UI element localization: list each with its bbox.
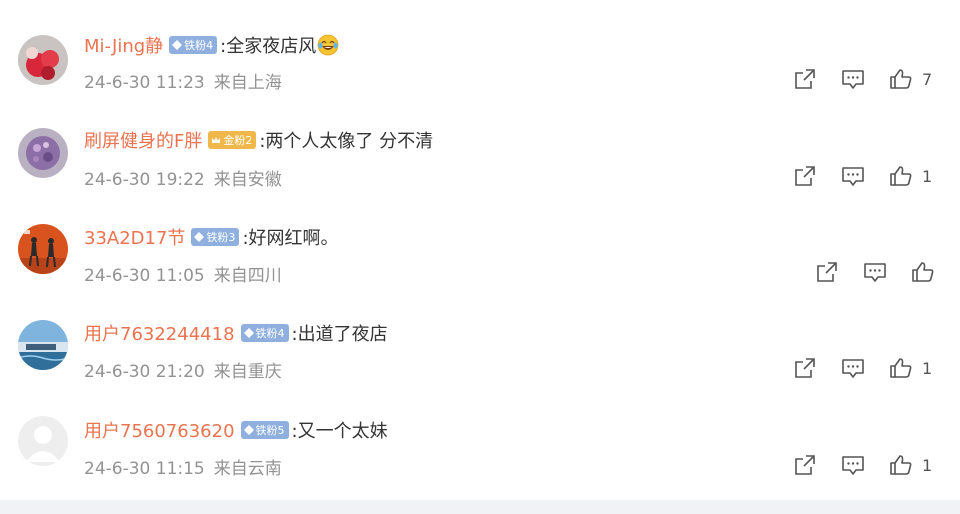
- comment-actions: [815, 260, 935, 284]
- comment-meta: 24-6-30 11:05 来自四川: [84, 261, 282, 286]
- comment-date: 24-6-30 19:22: [84, 170, 205, 190]
- diamond-icon: [243, 328, 254, 338]
- fan-badge[interactable]: 金粉2: [208, 131, 257, 149]
- diamond-icon: [194, 232, 205, 242]
- comment-item: 用户7560763620 铁粉5 :又一个太妹 24-6-30 11:15 来自云…: [0, 0, 960, 479]
- comment-list: Mi-Jing静 铁粉4 :全家夜店风 24-6-30 11:23 来自上海 7 …: [0, 0, 960, 500]
- like-count: 1: [922, 358, 933, 378]
- comment-header: 刷屏健身的F胖 金粉2 :两个人太像了 分不清: [84, 128, 433, 152]
- username-link[interactable]: 用户7632244418: [84, 320, 235, 346]
- avatar[interactable]: [18, 320, 68, 370]
- badge-label: 铁粉4: [255, 327, 285, 340]
- username-link[interactable]: 用户7560763620: [84, 417, 235, 443]
- comment-text: :又一个太妹: [291, 421, 388, 442]
- comment-icon[interactable]: [841, 356, 865, 380]
- thumbs-up-icon[interactable]: [889, 453, 913, 477]
- badge-label: 金粉2: [223, 134, 253, 147]
- share-icon[interactable]: [793, 356, 817, 380]
- fan-badge[interactable]: 铁粉3: [191, 228, 240, 246]
- like-count: 1: [922, 455, 933, 475]
- comment-header: 33A2D17节 铁粉3 :好网红啊。: [84, 225, 339, 249]
- comment-date: 24-6-30 11:05: [84, 266, 205, 286]
- comment-location: 来自安徽: [213, 170, 282, 190]
- share-icon[interactable]: [793, 453, 817, 477]
- comment-date: 24-6-30 11:15: [84, 459, 205, 479]
- fan-badge[interactable]: 铁粉5: [240, 421, 289, 439]
- diamond-icon: [243, 425, 254, 435]
- badge-label: 铁粉3: [206, 231, 236, 244]
- username-link[interactable]: 刷屏健身的F胖: [84, 127, 202, 153]
- comment-text: :好网红啊。: [242, 228, 339, 249]
- bottom-divider: [0, 500, 960, 514]
- comment-text: :出道了夜店: [291, 324, 388, 345]
- comment-actions: 1: [793, 164, 932, 188]
- comment-location: 来自重庆: [213, 362, 282, 382]
- comment-actions: 1: [793, 356, 932, 380]
- comment-text: :两个人太像了 分不清: [259, 131, 434, 152]
- badge-label: 铁粉5: [255, 424, 285, 437]
- crown-icon: [212, 137, 221, 143]
- like-count: 1: [922, 166, 933, 186]
- avatar[interactable]: [18, 224, 68, 274]
- comment-location: 来自四川: [213, 266, 282, 286]
- comment-actions: 1: [793, 453, 932, 477]
- comment-icon[interactable]: [841, 164, 865, 188]
- comment-meta: 24-6-30 21:20 来自重庆: [84, 357, 282, 382]
- fan-badge[interactable]: 铁粉4: [240, 324, 289, 342]
- thumbs-up-icon[interactable]: [889, 164, 913, 188]
- comment-icon[interactable]: [841, 453, 865, 477]
- comment-icon[interactable]: [863, 260, 887, 284]
- comment-meta: 24-6-30 19:22 来自安徽: [84, 165, 282, 190]
- comment-location: 来自云南: [213, 459, 282, 479]
- comment-meta: 24-6-30 11:15 来自云南: [84, 454, 282, 479]
- thumbs-up-icon[interactable]: [889, 356, 913, 380]
- comment-date: 24-6-30 21:20: [84, 362, 205, 382]
- share-icon[interactable]: [793, 164, 817, 188]
- comment-header: 用户7560763620 铁粉5 :又一个太妹: [84, 418, 388, 442]
- share-icon[interactable]: [815, 260, 839, 284]
- thumbs-up-icon[interactable]: [911, 260, 935, 284]
- avatar[interactable]: [18, 416, 68, 466]
- username-link[interactable]: 33A2D17节: [84, 224, 185, 250]
- comment-header: 用户7632244418 铁粉4 :出道了夜店: [84, 321, 388, 345]
- avatar[interactable]: [18, 128, 68, 178]
